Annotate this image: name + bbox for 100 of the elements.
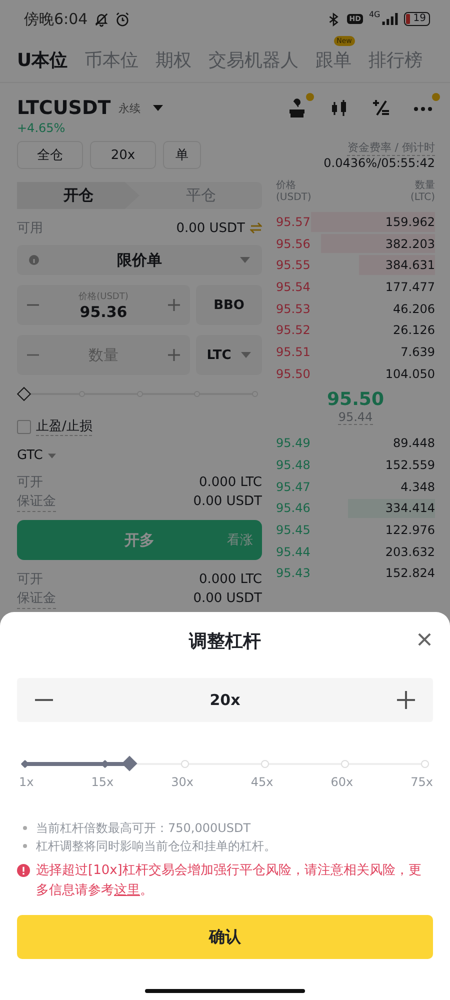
- sheet-title: 调整杠杆: [189, 630, 261, 653]
- transfer-icon[interactable]: [250, 222, 262, 234]
- info-icon: [29, 255, 39, 265]
- leverage-mark: 1x: [19, 775, 34, 789]
- warning-text: 选择超过[10x]杠杆交易会增加强行平仓风险，请注意相关风险，更多信息请参考这里。: [36, 862, 422, 900]
- ask-price[interactable]: 95.57: [276, 214, 310, 229]
- info-label: 保证金: [17, 492, 56, 512]
- bullet-icon: [23, 826, 27, 830]
- ask-quantity: 382.203: [385, 236, 435, 251]
- close-icon[interactable]: [418, 633, 431, 646]
- option-button[interactable]: 全仓: [17, 141, 83, 169]
- bid-price[interactable]: 95.49: [276, 436, 310, 450]
- bid-quantity: 334.414: [385, 501, 435, 516]
- price-unit: (USDT): [276, 192, 312, 203]
- nav-tab[interactable]: 交易机器人: [208, 50, 299, 71]
- position-tab[interactable]: 平仓: [140, 182, 262, 209]
- option-button[interactable]: 20x: [90, 141, 156, 169]
- caret-icon[interactable]: [152, 105, 163, 111]
- leverage-mark: 30x: [171, 775, 194, 789]
- nav-tab[interactable]: 跟单: [316, 50, 352, 71]
- info-value: 0.00 USDT: [193, 493, 262, 511]
- nav-tab[interactable]: U本位: [17, 50, 68, 71]
- bell-off-icon: [94, 12, 109, 26]
- funding-value: 0.0436%/05:55:42: [324, 156, 435, 170]
- ask-quantity: 46.206: [393, 302, 435, 316]
- bid-price[interactable]: 95.43: [276, 566, 310, 580]
- bid-price[interactable]: 95.45: [276, 523, 310, 538]
- ask-quantity: 7.639: [400, 344, 435, 359]
- ask-quantity: 104.050: [385, 366, 435, 381]
- ask-price[interactable]: 95.50: [276, 366, 310, 381]
- network-label: 4G: [368, 10, 380, 19]
- info-label: 保证金: [17, 589, 56, 609]
- time-in-force[interactable]: GTC: [17, 448, 43, 463]
- ask-price[interactable]: 95.55: [276, 258, 310, 272]
- battery-icon: 19: [404, 12, 430, 26]
- ask-quantity: 177.477: [385, 280, 435, 294]
- tp-sl-label[interactable]: 止盈/止损: [36, 417, 92, 436]
- calculator-icon[interactable]: [371, 98, 391, 118]
- info-value: 0.000 LTC: [198, 571, 262, 589]
- candlestick-icon[interactable]: [329, 98, 349, 118]
- symbol-name[interactable]: LTCUSDT: [17, 97, 111, 119]
- confirm-button[interactable]: 确认: [17, 915, 433, 959]
- nav-tab[interactable]: 币本位: [84, 50, 139, 71]
- info-value: 0.000 LTC: [198, 474, 262, 492]
- mark-price: 95.44: [338, 410, 373, 424]
- funding-label[interactable]: 资金费率 / 倒计时: [347, 140, 435, 156]
- nav-tab[interactable]: 期权: [156, 50, 192, 71]
- unit-dropdown[interactable]: LTC: [196, 335, 262, 375]
- caret-icon: [240, 255, 250, 265]
- bid-quantity: 203.632: [385, 544, 435, 559]
- ask-price[interactable]: 95.54: [276, 280, 310, 294]
- note-text: 杠杆调整将同时影响当前仓位和挂单的杠杆。: [36, 838, 276, 855]
- ask-price[interactable]: 95.52: [276, 323, 310, 338]
- help-box-icon[interactable]: [287, 98, 307, 118]
- open-long-button[interactable]: 开多 看涨: [17, 520, 262, 560]
- bid-quantity: 152.824: [385, 566, 435, 580]
- plus-icon[interactable]: [397, 691, 415, 709]
- last-price: 95.50: [327, 388, 384, 410]
- ask-quantity: 159.962: [385, 214, 435, 229]
- bid-price[interactable]: 95.47: [276, 480, 310, 494]
- status-time: 傍晚6:04: [24, 10, 88, 28]
- leverage-mark: 45x: [250, 775, 274, 789]
- info-label: 可开: [17, 474, 43, 492]
- checkbox[interactable]: [17, 420, 31, 434]
- signal-icon: [382, 13, 398, 25]
- ask-price[interactable]: 95.51: [276, 344, 310, 359]
- leverage-mark: 75x: [410, 775, 433, 789]
- position-tab[interactable]: 开仓: [17, 182, 140, 209]
- bid-quantity: 89.448: [393, 436, 435, 450]
- info-value: 0.00 USDT: [193, 590, 262, 608]
- ask-quantity: 384.631: [385, 258, 435, 272]
- bullet-icon: [23, 844, 27, 848]
- bid-price[interactable]: 95.44: [276, 544, 310, 559]
- leverage-mark: 15x: [91, 775, 114, 789]
- available-value: 0.00 USDT: [176, 220, 245, 236]
- bid-quantity: 4.348: [400, 480, 435, 494]
- bbo-button[interactable]: BBO: [196, 285, 262, 325]
- note-text: 当前杠杆倍数最高可开：750,000USDT: [36, 820, 251, 837]
- alarm-icon: [114, 12, 130, 26]
- leverage-stepper[interactable]: 20x: [17, 678, 433, 722]
- help-link[interactable]: 这里: [114, 883, 140, 898]
- option-button[interactable]: 单: [163, 141, 201, 169]
- price-change: +4.65%: [16, 121, 66, 135]
- nav-tab[interactable]: 排行榜: [368, 50, 423, 71]
- info-label: 可开: [17, 571, 43, 589]
- ask-price[interactable]: 95.56: [276, 236, 310, 251]
- warning-icon: [17, 864, 30, 877]
- order-type-dropdown[interactable]: 限价单: [17, 245, 262, 275]
- bid-price[interactable]: 95.48: [276, 458, 310, 472]
- quantity-unit: (LTC): [410, 192, 435, 203]
- price-header: 价格: [276, 178, 297, 192]
- bid-quantity: 152.559: [385, 458, 435, 472]
- ask-price[interactable]: 95.53: [276, 302, 310, 316]
- available-label: 可用: [17, 220, 43, 237]
- ask-quantity: 26.126: [393, 323, 435, 338]
- bid-price[interactable]: 95.46: [276, 501, 310, 516]
- quantity-header: 数量: [415, 179, 435, 192]
- bid-quantity: 122.976: [385, 523, 435, 538]
- contract-tag: 永续: [118, 100, 141, 116]
- leverage-mark: 60x: [330, 775, 354, 789]
